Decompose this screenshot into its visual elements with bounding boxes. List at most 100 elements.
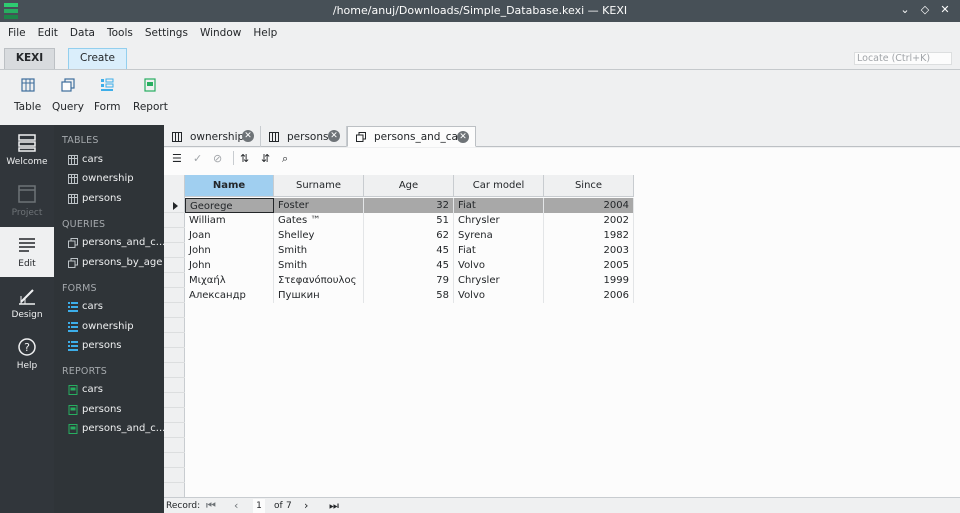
table-cell-since[interactable]: 2004 [544,198,634,213]
table-cell-surname[interactable]: Smith [274,243,364,258]
row-header[interactable] [164,348,185,363]
row-header[interactable] [164,288,185,303]
table-cell-name[interactable]: Joan [185,228,274,243]
create-query-button[interactable]: Query [52,78,84,113]
doc-tab-persons-and-cars[interactable]: persons_and_cars ✕ [347,126,476,147]
row-header[interactable] [164,228,185,243]
nav-form-cars[interactable]: cars [68,301,103,312]
create-table-button[interactable]: Table [14,78,41,113]
create-form-button[interactable]: Form [94,78,120,113]
table-cell-age[interactable]: 79 [364,273,454,288]
table-cell-since[interactable]: 2005 [544,258,634,273]
table-cell-age[interactable]: 51 [364,213,454,228]
close-tab-icon[interactable]: ✕ [457,131,469,143]
nav-query-persons-and-cars[interactable]: persons_and_c... [68,237,165,248]
previous-record-icon[interactable]: ‹ [234,499,238,513]
table-cell-age[interactable]: 45 [364,243,454,258]
table-cell-since[interactable]: 1999 [544,273,634,288]
row-header[interactable] [164,213,185,228]
design-button[interactable]: Design [0,278,54,328]
row-header[interactable] [164,408,185,423]
table-cell-car-model[interactable]: Fiat [454,243,544,258]
first-record-icon[interactable]: ⏮ [206,499,216,513]
column-header-since[interactable]: Since [544,175,634,197]
doc-tab-persons[interactable]: persons ✕ [261,126,347,147]
table-cell-since[interactable]: 2002 [544,213,634,228]
row-header[interactable] [164,438,185,453]
table-cell-surname[interactable]: Foster [274,198,364,213]
edit-button[interactable]: Edit [0,227,54,277]
locate-search-input[interactable]: Locate (Ctrl+K) [854,52,952,65]
restore-icon[interactable]: ◇ [918,3,932,16]
close-tab-icon[interactable]: ✕ [242,130,254,142]
minimize-icon[interactable]: ⌄ [898,3,912,16]
table-cell-name[interactable]: John [185,243,274,258]
ribbon-tab-kexi[interactable]: KEXI [4,48,55,69]
nav-table-ownership[interactable]: ownership [68,173,134,184]
nav-query-persons-by-age[interactable]: persons_by_age [68,257,162,268]
table-cell-name[interactable]: Александр [185,288,274,303]
table-cell-surname[interactable]: Smith [274,258,364,273]
table-cell-name[interactable]: Georege [185,198,274,213]
table-cell-name[interactable]: Μιχαήλ [185,273,274,288]
menu-icon[interactable]: ☰ [172,152,182,165]
table-cell-surname[interactable]: Пушкин [274,288,364,303]
column-header-age[interactable]: Age [364,175,454,197]
current-row-indicator[interactable] [164,198,185,213]
table-cell-car-model[interactable]: Chrysler [454,213,544,228]
table-cell-age[interactable]: 32 [364,198,454,213]
help-button[interactable]: ? Help [0,329,54,379]
welcome-button[interactable]: Welcome [0,125,54,175]
sort-descending-icon[interactable]: ⇵ [261,152,270,165]
row-header[interactable] [164,393,185,408]
menu-window[interactable]: Window [194,22,247,44]
nav-table-persons[interactable]: persons [68,193,122,204]
table-cell-name[interactable]: John [185,258,274,273]
row-header[interactable] [164,243,185,258]
row-header[interactable] [164,258,185,273]
table-cell-age[interactable]: 62 [364,228,454,243]
current-record-field[interactable]: 1 [253,499,265,513]
table-cell-name[interactable]: William [185,213,274,228]
next-record-icon[interactable]: › [304,499,308,513]
menu-data[interactable]: Data [64,22,101,44]
row-header[interactable] [164,483,185,498]
create-report-button[interactable]: Report [133,78,168,113]
table-cell-car-model[interactable]: Fiat [454,198,544,213]
row-header[interactable] [164,453,185,468]
close-tab-icon[interactable]: ✕ [328,130,340,142]
row-header[interactable] [164,333,185,348]
table-cell-car-model[interactable]: Syrena [454,228,544,243]
table-cell-age[interactable]: 45 [364,258,454,273]
table-cell-age[interactable]: 58 [364,288,454,303]
save-row-icon[interactable]: ✓ [193,152,202,165]
project-button[interactable]: Project [0,176,54,226]
ribbon-tab-create[interactable]: Create [68,48,127,69]
column-header-car-model[interactable]: Car model [454,175,544,197]
row-header[interactable] [164,363,185,378]
table-cell-car-model[interactable]: Chrysler [454,273,544,288]
menu-file[interactable]: File [2,22,32,44]
table-cell-since[interactable]: 2003 [544,243,634,258]
menu-help[interactable]: Help [247,22,283,44]
nav-report-persons[interactable]: persons [68,404,122,415]
doc-tab-ownership[interactable]: ownership ✕ [164,126,261,147]
menu-edit[interactable]: Edit [32,22,64,44]
last-record-icon[interactable]: ⏭ [329,499,339,513]
table-cell-car-model[interactable]: Volvo [454,288,544,303]
nav-form-persons[interactable]: persons [68,340,122,351]
close-window-icon[interactable]: ✕ [938,3,952,16]
row-header[interactable] [164,273,185,288]
nav-report-persons-and-cars[interactable]: persons_and_c... [68,423,165,434]
row-header[interactable] [164,318,185,333]
table-cell-surname[interactable]: Gates ™ [274,213,364,228]
nav-table-cars[interactable]: cars [68,154,103,165]
menu-settings[interactable]: Settings [139,22,194,44]
sort-ascending-icon[interactable]: ⇅ [240,152,249,165]
row-header[interactable] [164,378,185,393]
column-header-surname[interactable]: Surname [274,175,364,197]
table-cell-car-model[interactable]: Volvo [454,258,544,273]
nav-report-cars[interactable]: cars [68,384,103,395]
menu-tools[interactable]: Tools [101,22,139,44]
row-header[interactable] [164,468,185,483]
